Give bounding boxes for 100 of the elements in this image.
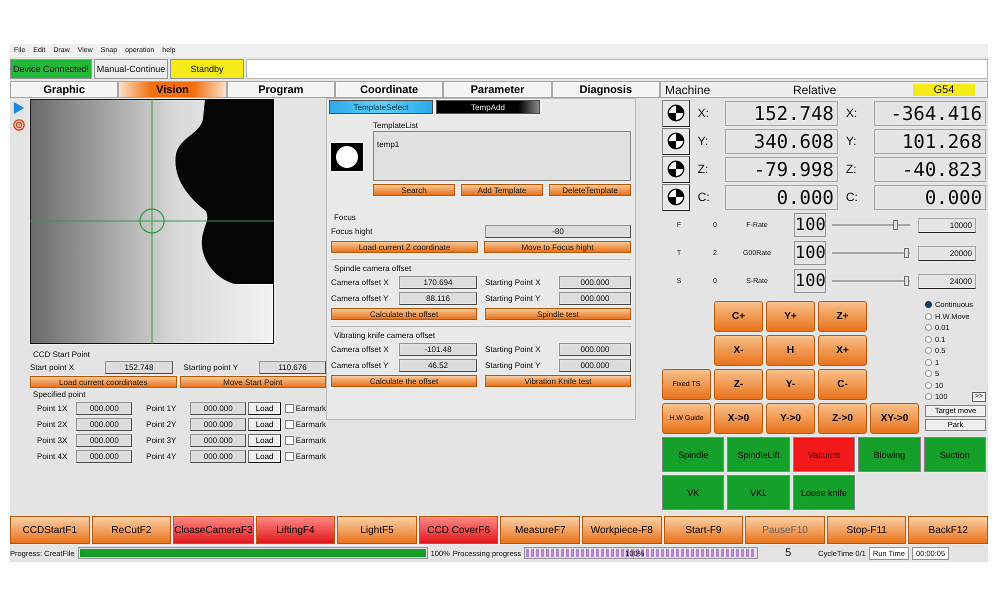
jog-button[interactable]: Y- [766, 369, 815, 400]
action-button[interactable]: Calculate the offset [331, 308, 477, 320]
checkbox[interactable] [285, 404, 294, 412]
field-label: Start point X [30, 363, 76, 372]
tab[interactable]: Parameter [443, 81, 552, 98]
jog-button[interactable]: X+ [818, 335, 867, 366]
slider-thumb[interactable] [904, 276, 909, 286]
function-key-button[interactable]: Stop-F11 [826, 516, 906, 544]
output-toggle-button[interactable]: Blowing [858, 437, 921, 472]
section-title: Vibrating knife camera offset [333, 331, 436, 340]
slider-thumb[interactable] [893, 220, 898, 230]
field-label: Starting Point Y [485, 294, 542, 303]
axis-button[interactable] [662, 156, 690, 182]
field-label: Point 3X [36, 436, 68, 444]
jog-button[interactable]: X- [714, 335, 763, 366]
action-button[interactable]: Load current Z coordinate [331, 241, 478, 253]
value-field: 000.000 [190, 434, 246, 446]
list-item[interactable]: temp1 [377, 140, 400, 149]
radio-button[interactable] [925, 393, 932, 400]
action-button[interactable]: DeleteTemplate [549, 184, 631, 196]
axis-button[interactable] [662, 128, 690, 154]
relative-coordinate-display: -364.416 [874, 100, 986, 126]
jog-button[interactable]: Y+ [766, 301, 815, 332]
function-key-button[interactable]: LightF5 [337, 516, 417, 544]
target-icon[interactable] [13, 119, 25, 131]
load-button[interactable]: Load [248, 434, 282, 446]
output-toggle-button[interactable]: VKL [727, 475, 790, 510]
action-button[interactable]: Calculate the offset [331, 375, 477, 387]
output-toggle-button[interactable]: SpindleLift [727, 437, 790, 472]
jog-button[interactable]: Z+ [818, 301, 867, 332]
action-button[interactable]: Move to Focus hight [484, 241, 631, 253]
play-icon[interactable] [13, 102, 25, 114]
action-button[interactable]: Move Start Point [180, 376, 326, 388]
output-toggle-button[interactable]: VK [662, 475, 724, 510]
field-label: Point 3Y [145, 436, 178, 444]
radio-button[interactable] [925, 358, 932, 366]
value-field: -101.48 [399, 343, 477, 356]
jog-button[interactable]: C- [818, 369, 867, 400]
load-button[interactable]: Load [248, 450, 282, 462]
radio-button[interactable] [925, 382, 932, 389]
tab[interactable]: Graphic [10, 81, 118, 98]
action-button[interactable]: Search [373, 184, 455, 196]
function-key-button[interactable]: LiftingF4 [256, 516, 336, 544]
status-indicator: Device Connected! [10, 59, 92, 79]
output-toggle-button[interactable]: Suction [924, 437, 986, 472]
tab[interactable]: TempAdd [436, 100, 540, 114]
tab[interactable]: Vision [118, 81, 227, 98]
radio-button[interactable] [925, 324, 932, 332]
output-toggle-button[interactable]: Spindle [662, 437, 724, 472]
jog-button[interactable]: H [766, 335, 815, 366]
function-key-button[interactable]: CCDStartF1 [10, 516, 90, 544]
function-key-button[interactable]: BackF12 [908, 516, 988, 544]
axis-button[interactable] [662, 184, 690, 210]
action-button[interactable]: Vibration Knife test [485, 375, 631, 387]
radio-button[interactable] [925, 301, 932, 308]
action-button[interactable]: Spindle test [485, 308, 631, 320]
radio-button[interactable] [925, 347, 932, 354]
section-title: Specified point [32, 390, 86, 399]
jog-button[interactable]: C+ [714, 301, 763, 332]
checkbox[interactable] [285, 436, 294, 444]
function-key-button[interactable]: Workpiece-F8 [582, 516, 662, 544]
load-button[interactable]: Load [248, 402, 282, 414]
output-toggle-button[interactable]: Vacuum [792, 437, 856, 472]
count-value: 5 [784, 547, 792, 559]
value-field: 000.000 [190, 418, 246, 430]
machine-coordinate-display: 152.748 [725, 100, 838, 126]
jog-button[interactable]: X->0 [714, 403, 763, 434]
field-label: Point 1Y [145, 404, 178, 412]
tab[interactable]: Program [226, 81, 335, 98]
slider-thumb[interactable] [904, 248, 909, 258]
action-button[interactable]: Load current coordinates [30, 376, 176, 388]
radio-button[interactable] [925, 370, 932, 378]
field-label: Point 2X [36, 420, 68, 428]
value-field: 000.000 [190, 450, 246, 462]
function-key-button[interactable]: CCD CoverF6 [418, 516, 498, 544]
axis-label: X: [696, 106, 710, 120]
tab[interactable]: TemplateSelect [329, 100, 433, 114]
function-key-button[interactable]: Start-F9 [664, 516, 744, 544]
jog-button[interactable]: Z- [714, 369, 763, 400]
radio-button[interactable] [925, 312, 932, 320]
radio-button[interactable] [925, 336, 932, 343]
function-key-button[interactable]: MeasureF7 [500, 516, 580, 544]
axis-label: C: [696, 190, 711, 204]
checkbox[interactable] [285, 452, 294, 460]
rate-percent-display: 100 [794, 213, 826, 237]
tab[interactable]: Coordinate [334, 81, 444, 98]
section-title: Spindle camera offset [333, 264, 412, 273]
field-label: Starting Point X [485, 345, 542, 354]
action-button[interactable]: Add Template [461, 184, 543, 196]
template-list[interactable]: temp1 [373, 131, 631, 181]
jog-button[interactable]: Y->0 [766, 403, 815, 434]
output-toggle-button[interactable]: Loose knife [792, 475, 856, 510]
function-key-button[interactable]: CloaseCameraF3 [173, 516, 254, 544]
checkbox[interactable] [285, 420, 294, 428]
load-button[interactable]: Load [248, 418, 282, 430]
jog-button[interactable]: XY->0 [870, 403, 919, 434]
jog-button[interactable]: Z->0 [818, 403, 867, 434]
axis-button[interactable] [662, 100, 690, 126]
function-key-button[interactable]: ReCutF2 [92, 516, 172, 544]
tab[interactable]: Diagnosis [552, 81, 660, 98]
